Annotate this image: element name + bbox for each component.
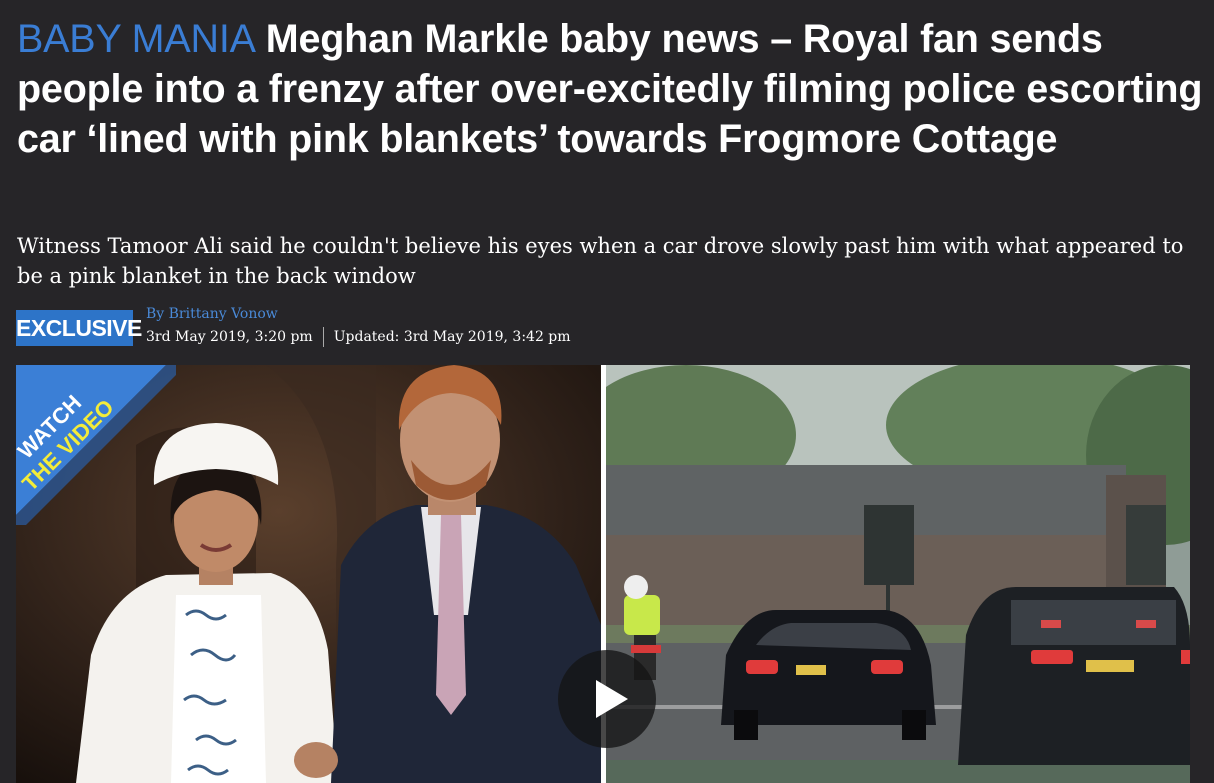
play-button[interactable] <box>558 650 656 748</box>
published-date: 3rd May 2019, 3:20 pm <box>146 329 313 345</box>
article-dates: 3rd May 2019, 3:20 pm Updated: 3rd May 20… <box>146 327 571 347</box>
date-separator <box>322 327 324 347</box>
article-meta: EXCLUSIVE By Brittany Vonow 3rd May 2019… <box>16 305 716 349</box>
cars-photo-illustration <box>606 365 1190 783</box>
play-icon <box>596 680 628 718</box>
video-player[interactable]: WATCH THE VIDEO <box>16 365 1190 783</box>
exclusive-badge: EXCLUSIVE <box>16 310 142 346</box>
photo-left: WATCH THE VIDEO <box>16 365 601 783</box>
article-headline: BABY MANIA Meghan Markle baby news – Roya… <box>17 14 1207 164</box>
updated-date: Updated: 3rd May 2019, 3:42 pm <box>333 329 571 345</box>
watch-video-banner[interactable]: WATCH THE VIDEO <box>16 365 176 525</box>
article-page: BABY MANIA Meghan Markle baby news – Roya… <box>0 0 1214 783</box>
article-standfirst: Witness Tamoor Ali said he couldn't beli… <box>17 234 1184 288</box>
headline-kicker[interactable]: BABY MANIA <box>17 17 256 61</box>
photo-right <box>606 365 1190 783</box>
author-byline[interactable]: By Brittany Vonow <box>146 305 278 323</box>
